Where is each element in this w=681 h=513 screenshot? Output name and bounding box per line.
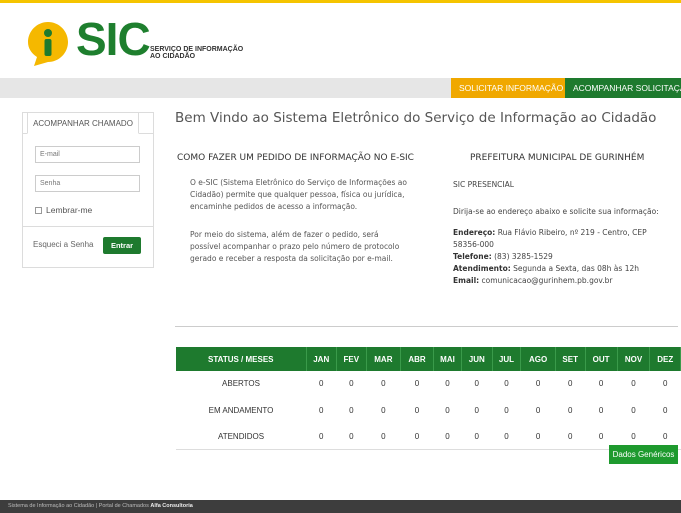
table-cell: 0	[585, 371, 618, 398]
table-cell: 0	[520, 423, 556, 450]
header-month: ABR	[400, 347, 434, 371]
table-cell: 0	[520, 397, 556, 424]
table-cell: 0	[400, 423, 434, 450]
table-cell: 0	[306, 397, 337, 424]
header-month: JUL	[492, 347, 522, 371]
logo-title: SIC	[76, 13, 151, 65]
table-cell: 0	[492, 397, 521, 424]
table-cell: 0	[433, 371, 462, 398]
phone-line: Telefone: (83) 3285-1529	[453, 252, 553, 261]
table-cell: 0	[400, 371, 434, 398]
table-cell: 0	[433, 397, 462, 424]
table-cell: 0	[492, 371, 521, 398]
remember-me[interactable]: Lembrar-me	[35, 205, 92, 215]
email-field[interactable]: E-mail	[35, 146, 140, 163]
como-fazer-heading: COMO FAZER UM PEDIDO DE INFORMAÇÃO NO E-…	[177, 153, 414, 163]
table-cell: 0	[461, 397, 493, 424]
table-cell: 0	[336, 371, 367, 398]
header-month: MAR	[366, 347, 402, 371]
password-field[interactable]: Senha	[35, 175, 140, 192]
header-month: JUN	[461, 347, 493, 371]
header-month: NOV	[617, 347, 651, 371]
table-row: ATENDIDOS 0 0 0 0 0 0 0 0 0 0 0 0	[176, 423, 681, 450]
remember-label: Lembrar-me	[46, 205, 93, 215]
table-cell: 0	[555, 397, 586, 424]
login-panel: ACOMPANHAR CHAMADO E-mail Senha Lembrar-…	[22, 112, 154, 268]
header-month: JAN	[306, 347, 337, 371]
nav-acompanhar-solicitacao[interactable]: ACOMPANHAR SOLICITAÇÃO	[565, 78, 681, 98]
row-label: EM ANDAMENTO	[176, 397, 306, 424]
footer-text: Sistema de Informação ao Cidadão | Porta…	[8, 503, 151, 509]
remember-checkbox[interactable]	[35, 206, 42, 214]
table-cell: 0	[649, 371, 681, 398]
table-cell: 0	[617, 371, 650, 398]
footer-brand-link[interactable]: Alfa Consultoria	[150, 503, 192, 509]
como-paragraph-2: Por meio do sistema, além de fazer o ped…	[190, 230, 400, 263]
header-month: OUT	[585, 347, 618, 371]
top-accent-line	[0, 0, 681, 3]
table-cell: 0	[366, 423, 401, 450]
page-title: Bem Vindo ao Sistema Eletrônico do Servi…	[175, 110, 657, 126]
table-cell: 0	[555, 371, 586, 398]
table-cell: 0	[306, 371, 337, 398]
email-line: Email: comunicacao@gurinhem.pb.gov.br	[453, 276, 613, 285]
prefeitura-heading: PREFEITURA MUNICIPAL DE GURINHÉM	[470, 153, 645, 163]
como-paragraph-1: O e-SIC (Sistema Eletrônico do Serviço d…	[190, 178, 407, 211]
footer: Sistema de Informação ao Cidadão | Porta…	[0, 500, 681, 513]
table-cell: 0	[306, 423, 337, 450]
table-cell: 0	[649, 397, 681, 424]
table-row: EM ANDAMENTO 0 0 0 0 0 0 0 0 0 0 0 0	[176, 397, 681, 424]
stats-header-row: STATUS / MESES JAN FEV MAR ABR MAI JUN J…	[176, 347, 681, 371]
info-icon	[28, 22, 68, 66]
tab-acompanhar-chamado[interactable]: ACOMPANHAR CHAMADO	[27, 112, 139, 134]
header-month: DEZ	[649, 347, 681, 371]
sic-presencial-label: SIC PRESENCIAL	[453, 180, 514, 189]
header-status: STATUS / MESES	[176, 347, 307, 371]
header-month: SET	[555, 347, 586, 371]
table-cell: 0	[492, 423, 521, 450]
table-cell: 0	[400, 397, 434, 424]
header-month: AGO	[520, 347, 556, 371]
dados-genericos-button[interactable]: Dados Genéricos	[609, 445, 678, 464]
row-label: ATENDIDOS	[176, 423, 306, 450]
table-cell: 0	[617, 397, 650, 424]
table-row: ABERTOS 0 0 0 0 0 0 0 0 0 0 0 0	[176, 371, 681, 398]
forgot-password-link[interactable]: Esqueci a Senha	[33, 240, 94, 249]
table-cell: 0	[520, 371, 556, 398]
header-month: FEV	[336, 347, 367, 371]
table-cell: 0	[366, 371, 401, 398]
table-cell: 0	[336, 397, 367, 424]
table-cell: 0	[461, 371, 493, 398]
dirija-text: Dirija-se ao endereço abaixo e solicite …	[453, 207, 659, 216]
table-cell: 0	[585, 397, 618, 424]
sic-logo[interactable]: SIC SERVIÇO DE INFORMAÇÃO AO CIDADÃO	[26, 13, 266, 70]
table-cell: 0	[336, 423, 367, 450]
table-cell: 0	[461, 423, 493, 450]
nav-solicitar-informacao[interactable]: SOLICITAR INFORMAÇÃO	[451, 78, 565, 98]
contact-info: Endereço: Rua Flávio Ribeiro, nº 219 - C…	[453, 227, 673, 287]
stats-table: STATUS / MESES JAN FEV MAR ABR MAI JUN J…	[176, 347, 681, 450]
address-line: Endereço: Rua Flávio Ribeiro, nº 219 - C…	[453, 228, 647, 249]
panel-divider	[23, 226, 153, 227]
table-cell: 0	[366, 397, 401, 424]
table-cell: 0	[433, 423, 462, 450]
table-cell: 0	[555, 423, 586, 450]
row-label: ABERTOS	[176, 371, 306, 398]
header-month: MAI	[433, 347, 463, 371]
logo-subtitle: SERVIÇO DE INFORMAÇÃO AO CIDADÃO	[150, 46, 244, 60]
section-divider	[175, 326, 678, 327]
entrar-button[interactable]: Entrar	[103, 237, 141, 254]
hours-line: Atendimento: Segunda a Sexta, das 08h às…	[453, 264, 639, 273]
